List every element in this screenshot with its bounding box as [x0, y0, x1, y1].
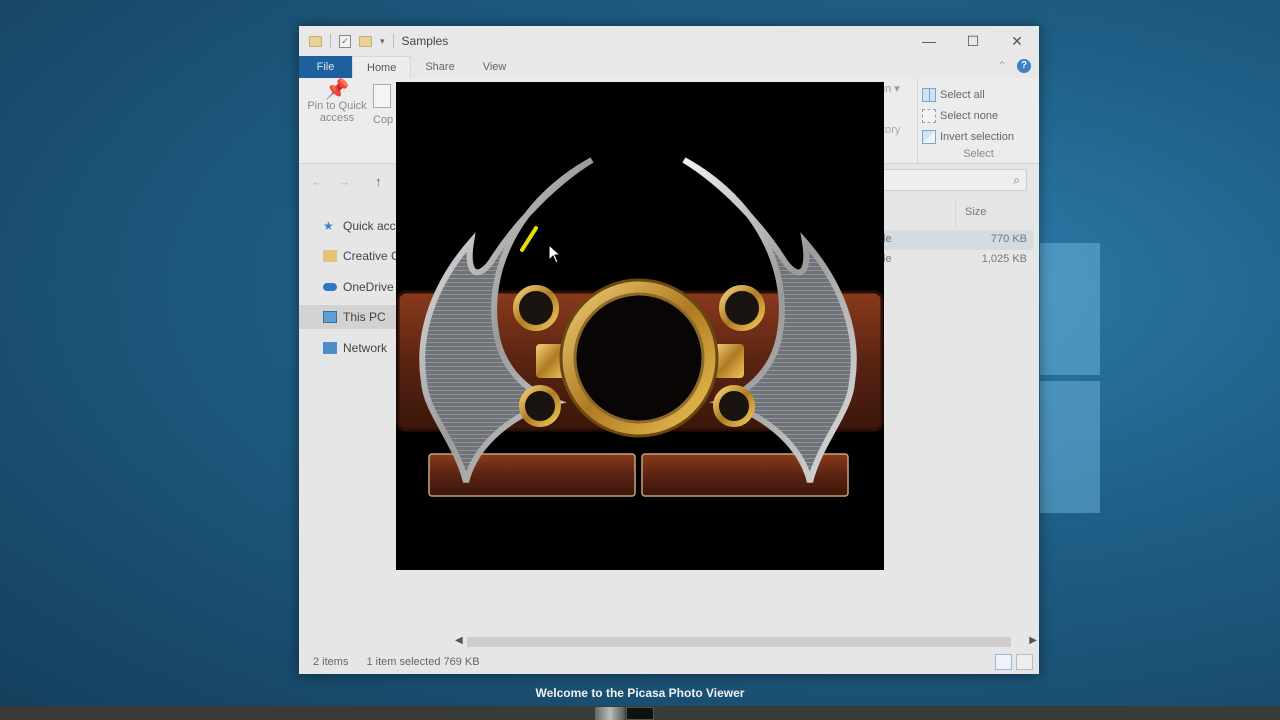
- tab-share[interactable]: Share: [411, 56, 468, 78]
- select-all-label: Select all: [940, 88, 985, 101]
- scroll-left-icon[interactable]: ◀: [455, 635, 463, 646]
- pin-to-quick-access-button[interactable]: 📌 Pin to Quick access: [305, 79, 369, 124]
- viewer-caption: Welcome to the Picasa Photo Viewer: [535, 686, 745, 700]
- select-none-label: Select none: [940, 109, 999, 122]
- divider: [330, 34, 331, 48]
- pin-icon: 📌: [324, 79, 350, 101]
- scroll-right-icon[interactable]: ▶: [1029, 635, 1037, 646]
- mouse-cursor-icon: [548, 244, 560, 264]
- help-icon[interactable]: ?: [1017, 59, 1031, 73]
- search-icon: ⌕: [1013, 173, 1020, 187]
- chevron-down-icon[interactable]: ▾: [380, 36, 385, 47]
- nav-label: OneDrive: [343, 280, 394, 294]
- quick-access-toolbar: ✓ ▾: [299, 34, 394, 48]
- select-group-label: Select: [963, 148, 994, 160]
- forward-arrow-icon[interactable]: →: [338, 174, 351, 189]
- title-bar: ✓ ▾ Samples — ☐ ✕: [299, 26, 1039, 56]
- copy-icon: [373, 84, 391, 108]
- details-view-button[interactable]: [995, 654, 1012, 670]
- column-divider: [955, 200, 956, 228]
- file-type: le: [883, 253, 892, 265]
- invert-selection-label: Invert selection: [940, 130, 1014, 143]
- item-count: 2 items: [313, 656, 349, 668]
- minimize-icon[interactable]: —: [907, 26, 951, 56]
- file-type: le: [883, 233, 892, 245]
- window-title: Samples: [401, 34, 449, 48]
- divider: [392, 34, 394, 48]
- star-icon: ★: [323, 219, 334, 233]
- close-icon[interactable]: ✕: [995, 26, 1039, 56]
- nav-label: Quick acce: [343, 219, 403, 233]
- cloud-icon: [323, 283, 337, 291]
- nav-label: This PC: [343, 310, 386, 324]
- invert-selection-button[interactable]: Invert selection: [922, 126, 1039, 147]
- properties-icon[interactable]: ✓: [339, 34, 351, 48]
- new-folder-icon[interactable]: [359, 35, 372, 47]
- select-none-button[interactable]: Select none: [922, 105, 1039, 126]
- maximize-icon[interactable]: ☐: [951, 26, 995, 56]
- tab-home[interactable]: Home: [352, 56, 412, 78]
- nav-label: Network: [343, 341, 388, 355]
- select-all-icon: [922, 87, 936, 102]
- tab-view[interactable]: View: [469, 56, 521, 78]
- copy-label: Cop: [373, 114, 394, 126]
- select-none-icon: [922, 108, 936, 123]
- search-input[interactable]: ⌕: [883, 169, 1027, 191]
- history-button[interactable]: tory: [882, 124, 900, 136]
- file-row[interactable]: le 1,025 KB: [883, 250, 1033, 270]
- tab-file[interactable]: File: [299, 56, 352, 78]
- back-arrow-icon[interactable]: ←: [311, 174, 324, 189]
- file-size: 1,025 KB: [981, 253, 1027, 265]
- invert-selection-icon: [922, 129, 936, 144]
- file-size: 770 KB: [990, 233, 1027, 245]
- monitor-icon: [323, 311, 337, 323]
- ribbon-tabs: File Home Share View ⌃ ?: [299, 56, 1039, 78]
- file-row[interactable]: le 770 KB: [883, 230, 1033, 250]
- up-arrow-icon[interactable]: ↑: [375, 174, 382, 189]
- selection-info: 1 item selected 769 KB: [366, 656, 480, 668]
- select-all-button[interactable]: Select all: [922, 84, 1039, 105]
- ornate-frame-image: [396, 157, 884, 497]
- filmstrip-thumbnail-selected[interactable]: [626, 707, 654, 720]
- nav-label: Creative Cl: [343, 249, 403, 263]
- window-controls: — ☐ ✕: [907, 26, 1039, 56]
- horizontal-scrollbar[interactable]: ◀ ▶: [451, 634, 1041, 650]
- filmstrip-thumbnail[interactable]: [595, 707, 625, 720]
- folder-icon: [309, 35, 322, 47]
- collapse-ribbon-icon[interactable]: ⌃: [997, 59, 1007, 73]
- folder-icon: [323, 250, 337, 262]
- file-list: Size le 770 KB le 1,025 KB: [883, 200, 1039, 650]
- windows-logo-wallpaper: [1040, 235, 1102, 520]
- pin-label: Pin to Quick access: [307, 100, 367, 124]
- status-bar: 2 items 1 item selected 769 KB: [299, 650, 1039, 674]
- large-icons-view-button[interactable]: [1016, 654, 1033, 670]
- select-group: Select all Select none Invert selection …: [917, 78, 1039, 164]
- column-header-size[interactable]: Size: [965, 206, 986, 218]
- photo-viewer-image[interactable]: [396, 82, 884, 570]
- network-icon: [323, 342, 337, 354]
- copy-button[interactable]: Cop: [373, 84, 393, 126]
- scrollbar-thumb[interactable]: [467, 637, 1011, 647]
